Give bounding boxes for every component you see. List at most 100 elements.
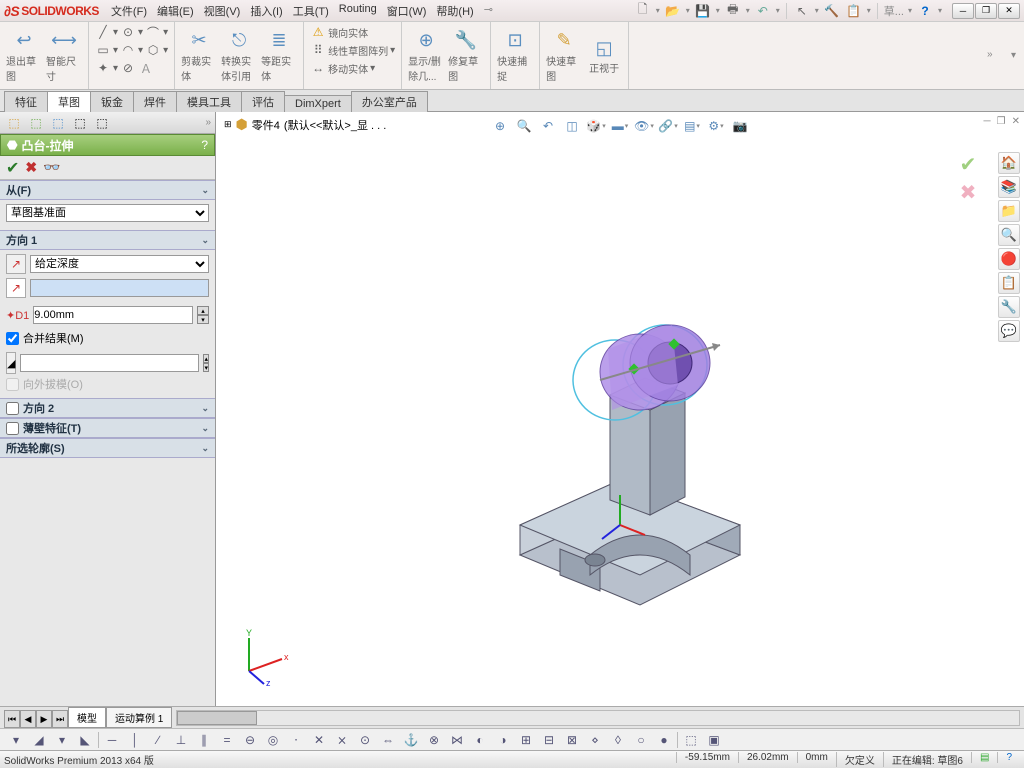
- select-icon[interactable]: ↖: [793, 2, 811, 20]
- equal-rel-icon[interactable]: =: [217, 731, 237, 749]
- flyout-tree[interactable]: ⊞ ⬢ 零件4 (默认<<默认>_显 . . .: [224, 116, 386, 133]
- show-delete-button[interactable]: ⊕显示/删除几...: [408, 24, 444, 87]
- thin-checkbox[interactable]: [6, 422, 19, 435]
- view-palette-icon[interactable]: 🔍: [998, 224, 1020, 246]
- open-icon[interactable]: 📂: [664, 2, 682, 20]
- direction2-checkbox[interactable]: [6, 402, 19, 415]
- rel-25-icon[interactable]: ●: [654, 731, 674, 749]
- collinear-rel-icon[interactable]: ∕: [148, 731, 168, 749]
- sk-btn-2[interactable]: ◢: [29, 731, 49, 749]
- rel-27-icon[interactable]: ▣: [704, 731, 724, 749]
- ok-button[interactable]: ✔: [6, 158, 19, 178]
- menu-help[interactable]: 帮助(H): [436, 3, 473, 19]
- rel-22-icon[interactable]: ⋄: [585, 731, 605, 749]
- menu-tools[interactable]: 工具(T): [293, 3, 329, 19]
- search-field[interactable]: 草...: [884, 3, 904, 19]
- appearance-icon[interactable]: 🔗▾: [658, 116, 678, 136]
- graphics-area[interactable]: ─ ❐ ✕ ⊞ ⬢ 零件4 (默认<<默认>_显 . . . ⊕ 🔍 ↶ ◫ 🎲…: [216, 112, 1024, 706]
- options-icon[interactable]: 📋: [845, 2, 863, 20]
- draft-button[interactable]: ◢: [6, 352, 16, 374]
- forum-icon[interactable]: 💬: [998, 320, 1020, 342]
- rel-17-icon[interactable]: ◐: [470, 731, 490, 749]
- concentric-rel-icon[interactable]: ◎: [263, 731, 283, 749]
- intersection-rel-icon[interactable]: ⨯: [332, 731, 352, 749]
- close-button[interactable]: ✕: [998, 3, 1020, 19]
- status-help-icon[interactable]: ?: [997, 752, 1020, 763]
- horizontal-rel-icon[interactable]: ─: [102, 731, 122, 749]
- motion-study-tab[interactable]: 运动算例 1: [106, 707, 172, 728]
- panel-expand-icon[interactable]: »: [205, 117, 211, 128]
- confirm-cancel-icon[interactable]: ✖: [956, 180, 980, 204]
- print-icon[interactable]: 🖶: [724, 2, 742, 20]
- sk-btn-3[interactable]: ▾: [52, 731, 72, 749]
- from-select[interactable]: 草图基准面: [6, 204, 209, 222]
- merge-checkbox[interactable]: [6, 332, 19, 345]
- direction2-header[interactable]: 方向 2⌄: [0, 398, 215, 418]
- ribbon-menu-icon[interactable]: ▾: [1011, 50, 1016, 61]
- feature-tree-tab[interactable]: ⬚: [4, 114, 24, 132]
- direction-vector-button[interactable]: ↗: [6, 278, 26, 298]
- point-tool[interactable]: ✦▾ ⊘ Ａ: [95, 60, 168, 76]
- doc-restore-icon[interactable]: ❐: [997, 116, 1006, 127]
- units-icon[interactable]: ▤: [971, 752, 997, 763]
- tab-moldtools[interactable]: 模具工具: [176, 91, 242, 112]
- tab-evaluate[interactable]: 评估: [241, 91, 285, 112]
- sk-btn-4[interactable]: ◣: [75, 731, 95, 749]
- parallel-rel-icon[interactable]: ∥: [194, 731, 214, 749]
- trim-button[interactable]: ✂剪裁实体: [181, 24, 217, 87]
- save-icon[interactable]: 💾: [694, 2, 712, 20]
- hide-show-icon[interactable]: 👁▾: [634, 116, 654, 136]
- dimxpert-tab[interactable]: ⬚: [70, 114, 90, 132]
- model-tab[interactable]: 模型: [68, 707, 106, 728]
- direction-field[interactable]: [30, 279, 209, 297]
- tangent-rel-icon[interactable]: ⊖: [240, 731, 260, 749]
- from-section-header[interactable]: 从(F)⌄: [0, 180, 215, 200]
- menu-window[interactable]: 窗口(W): [387, 3, 427, 19]
- confirm-ok-icon[interactable]: ✔: [956, 152, 980, 176]
- minimize-button[interactable]: ─: [952, 3, 974, 19]
- doc-minimize-icon[interactable]: ─: [984, 116, 991, 127]
- doc-close-icon[interactable]: ✕: [1012, 116, 1020, 127]
- zoom-area-icon[interactable]: 🔍: [514, 116, 534, 136]
- coradial-rel-icon[interactable]: ⊙: [355, 731, 375, 749]
- repair-button[interactable]: 🔧修复草图: [448, 24, 484, 87]
- design-library-icon[interactable]: 📚: [998, 176, 1020, 198]
- cancel-button[interactable]: ✖: [25, 159, 37, 176]
- quick-snap-button[interactable]: ⊡快速捕捉: [497, 24, 533, 87]
- tab-features[interactable]: 特征: [4, 91, 48, 112]
- menu-view[interactable]: 视图(V): [204, 3, 241, 19]
- rel-24-icon[interactable]: ○: [631, 731, 651, 749]
- tab-office[interactable]: 办公室产品: [351, 91, 428, 112]
- tab-dimxpert[interactable]: DimXpert: [284, 95, 352, 112]
- rel-20-icon[interactable]: ⊟: [539, 731, 559, 749]
- rebuild-icon[interactable]: 🔨: [823, 2, 841, 20]
- symmetric-rel-icon[interactable]: ⇔: [378, 731, 398, 749]
- rel-18-icon[interactable]: ◑: [493, 731, 513, 749]
- depth-input[interactable]: [33, 306, 193, 324]
- rapid-sketch-button[interactable]: ✎快速草图: [546, 24, 582, 87]
- display-style-icon[interactable]: ▬▾: [610, 116, 630, 136]
- toolbox-icon[interactable]: 🔧: [998, 296, 1020, 318]
- tab-next-icon[interactable]: ▶: [36, 710, 52, 728]
- property-tab[interactable]: ⬚: [26, 114, 46, 132]
- line-tool[interactable]: ╱▾ ⊙▾ ⌒▾: [95, 24, 168, 40]
- draft-spinner[interactable]: ▴▾: [203, 354, 209, 372]
- mirror-button[interactable]: ⚠镜向实体: [310, 24, 395, 40]
- section-view-icon[interactable]: ◫: [562, 116, 582, 136]
- offset-button[interactable]: ≣等距实体: [261, 24, 297, 87]
- new-icon[interactable]: 🗋: [634, 2, 652, 20]
- merge-rel-icon[interactable]: ⋈: [447, 731, 467, 749]
- depth-spinner[interactable]: ▴▾: [197, 306, 209, 324]
- view-orientation-icon[interactable]: 🎲▾: [586, 116, 606, 136]
- direction1-header[interactable]: 方向 1⌄: [0, 230, 215, 250]
- render-icon[interactable]: 📷: [730, 116, 750, 136]
- perpendicular-rel-icon[interactable]: ⊥: [171, 731, 191, 749]
- menu-file[interactable]: 文件(F): [111, 3, 147, 19]
- thin-feature-header[interactable]: 薄壁特征(T)⌄: [0, 418, 215, 438]
- config-tab[interactable]: ⬚: [48, 114, 68, 132]
- sk-btn-1[interactable]: ▾: [6, 731, 26, 749]
- menu-edit[interactable]: 编辑(E): [157, 3, 194, 19]
- tab-sheetmetal[interactable]: 钣金: [90, 91, 134, 112]
- tab-last-icon[interactable]: ⏭: [52, 710, 68, 728]
- prev-view-icon[interactable]: ↶: [538, 116, 558, 136]
